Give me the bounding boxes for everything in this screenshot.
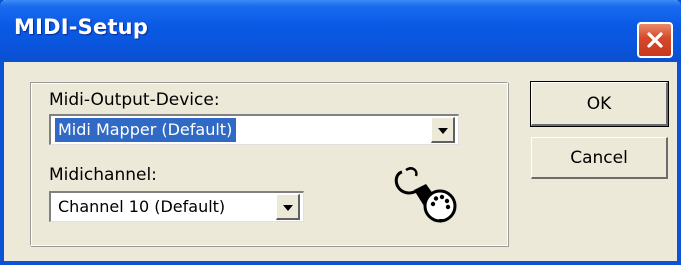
output-device-value: Midi Mapper (Default) xyxy=(55,118,237,142)
window-title: MIDI-Setup xyxy=(14,15,149,39)
midichannel-dropdown-button[interactable] xyxy=(276,194,300,220)
close-icon xyxy=(646,31,664,49)
chevron-down-icon xyxy=(437,121,448,139)
chevron-down-icon xyxy=(282,198,293,216)
output-device-select[interactable]: Midi Mapper (Default) xyxy=(49,114,459,145)
dialog-body: Midi-Output-Device: Midi Mapper (Default… xyxy=(4,62,677,261)
close-button[interactable] xyxy=(637,22,673,58)
midi-setup-dialog: MIDI-Setup Midi-Output-Device: Midi Mapp… xyxy=(0,0,681,265)
midichannel-label: Midichannel: xyxy=(49,165,157,185)
output-device-label: Midi-Output-Device: xyxy=(49,90,220,110)
midichannel-value: Channel 10 (Default) xyxy=(58,197,226,216)
output-device-dropdown-button[interactable] xyxy=(431,117,455,143)
midi-connector-icon xyxy=(392,164,464,229)
ok-button[interactable]: OK xyxy=(530,81,669,127)
title-bar[interactable]: MIDI-Setup xyxy=(0,0,681,62)
cancel-button[interactable]: Cancel xyxy=(531,137,668,179)
midichannel-select[interactable]: Channel 10 (Default) xyxy=(49,191,304,222)
